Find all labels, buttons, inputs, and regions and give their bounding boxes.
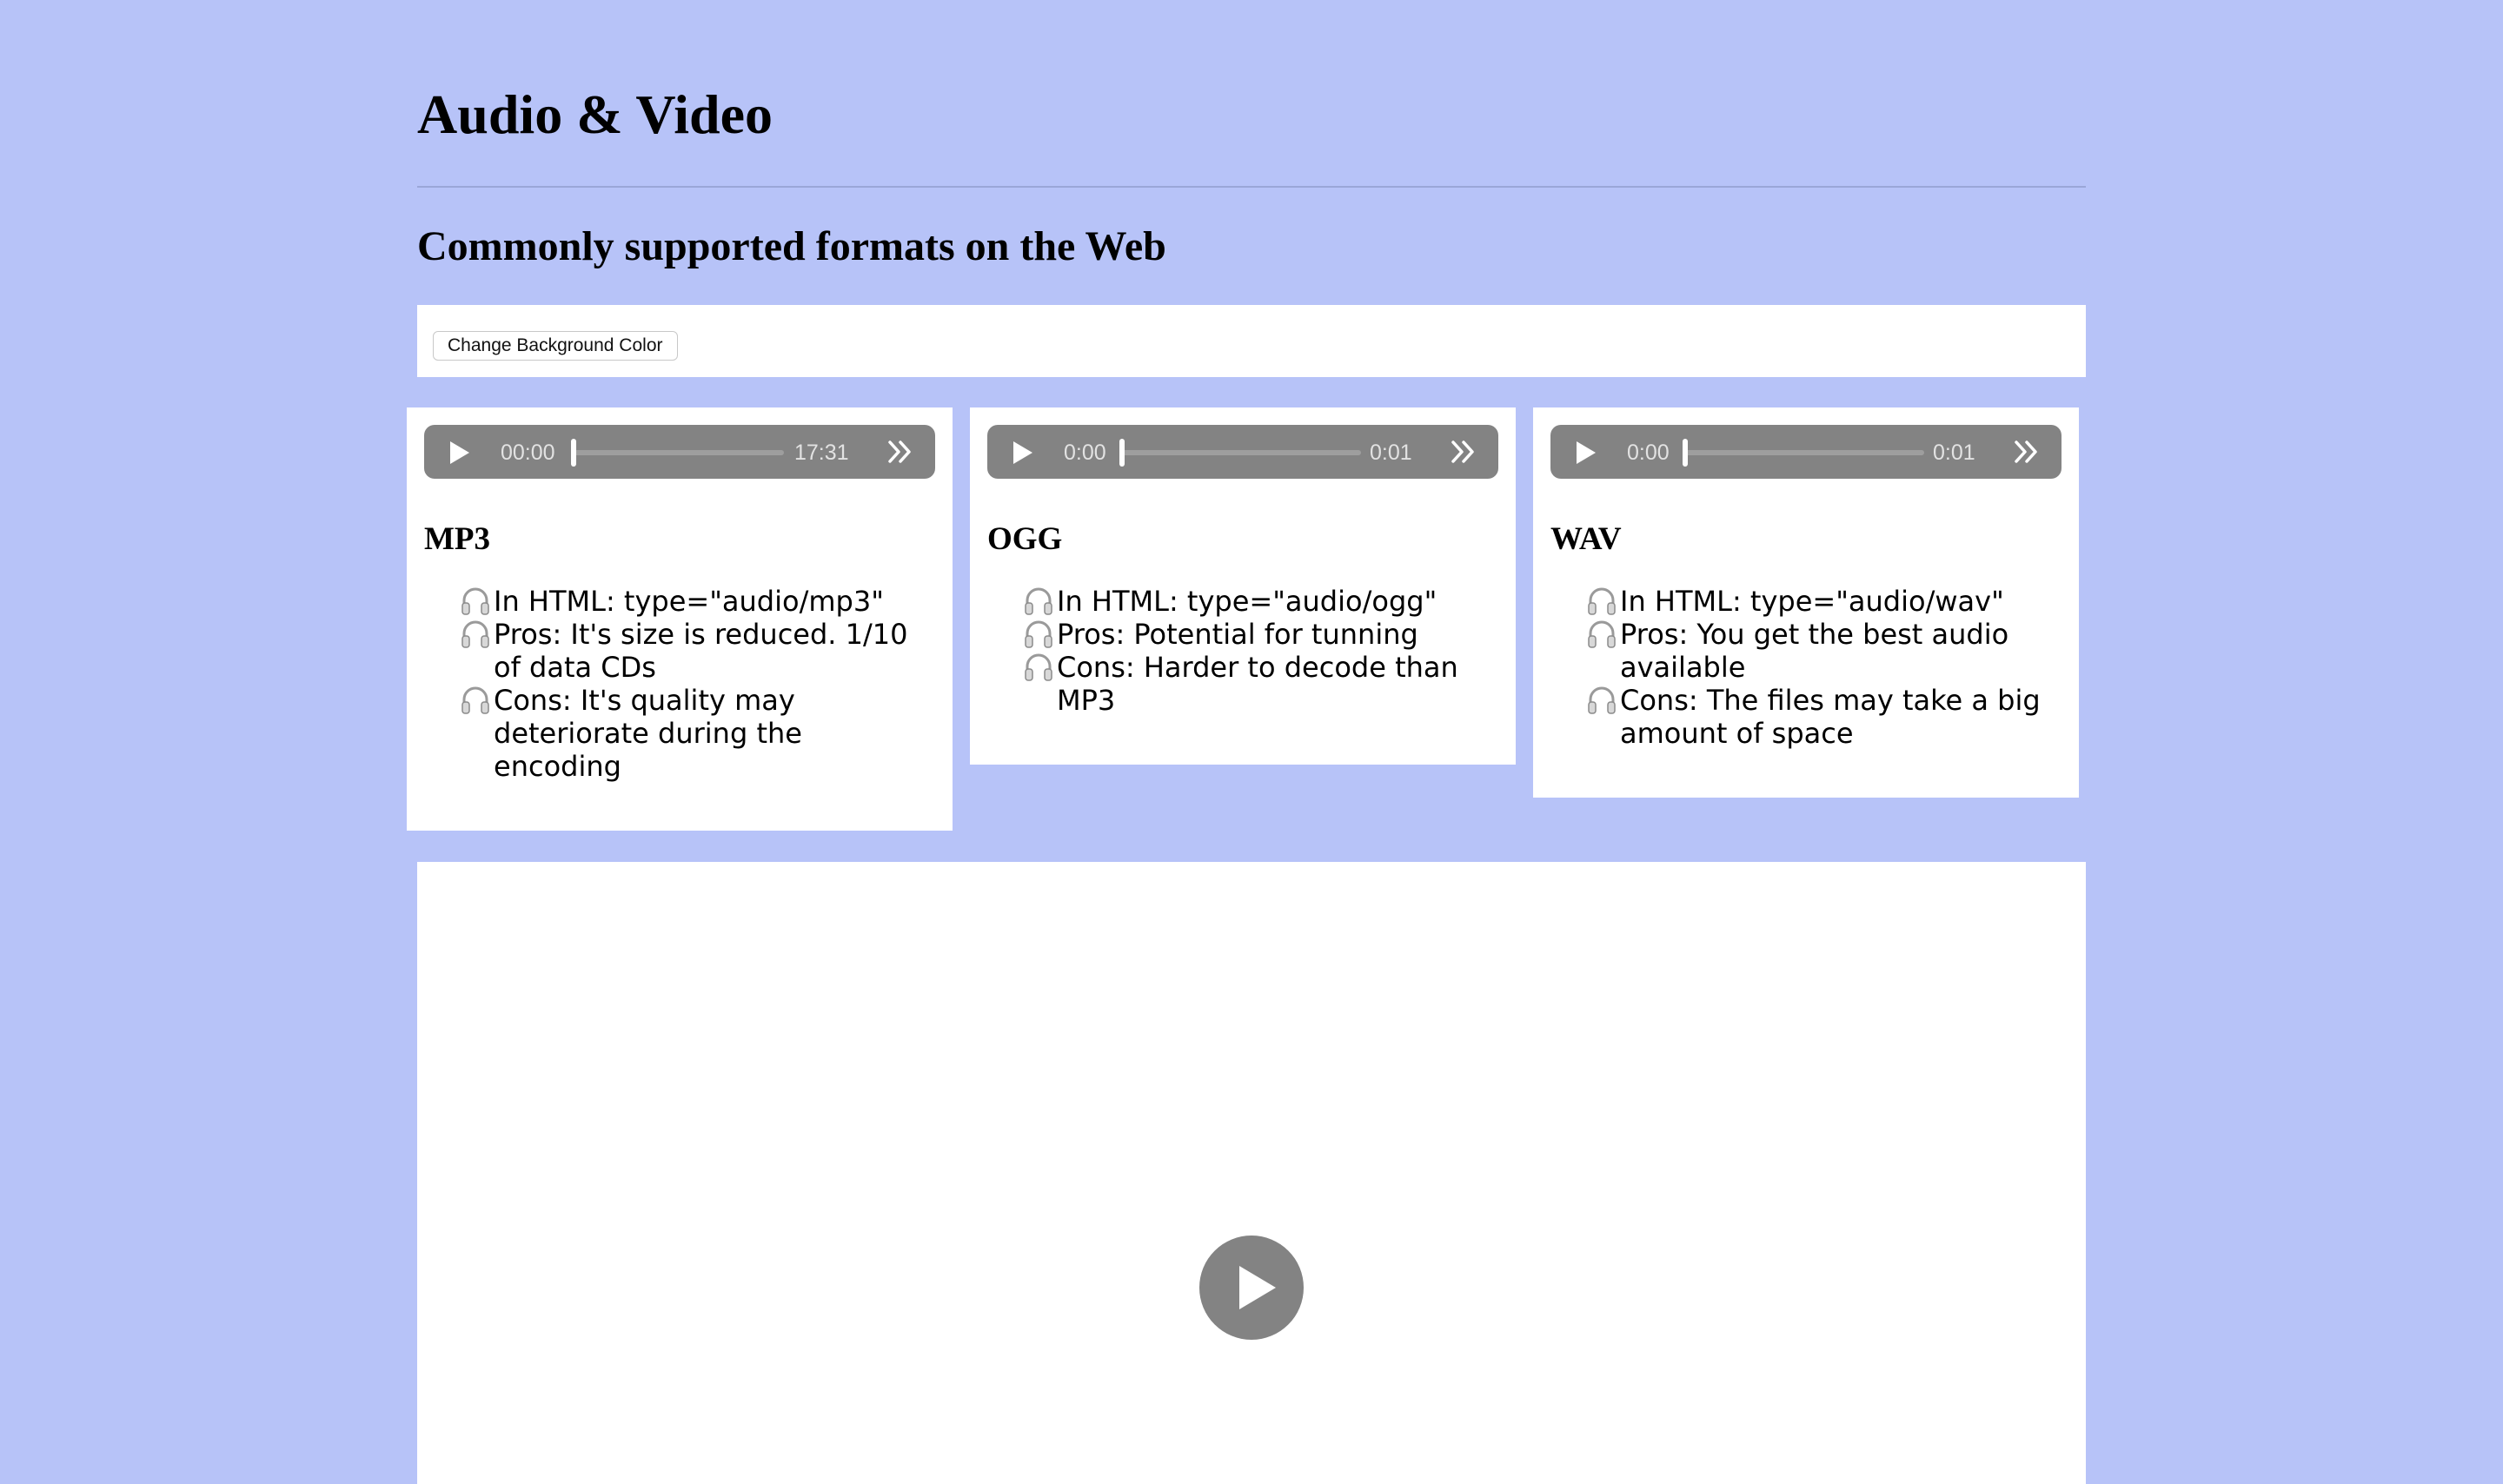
- headphones-icon: [1588, 587, 1616, 615]
- audio-player[interactable]: 0:00 0:01: [987, 425, 1498, 479]
- list-item-text: In HTML: type="audio/mp3": [494, 585, 884, 618]
- list-item-text: Pros: It's size is reduced. 1/10 of data…: [494, 618, 908, 684]
- list-item: Pros: Potential for tunning: [1022, 618, 1498, 651]
- headphones-icon: [461, 620, 489, 648]
- toolbar: Change Background Color: [417, 305, 2086, 377]
- page-subtitle: Commonly supported formats on the Web: [417, 223, 1166, 269]
- seek-bar[interactable]: [1122, 450, 1361, 455]
- list-item-text: Pros: Potential for tunning: [1057, 618, 1418, 651]
- list-item: Cons: Harder to decode than MP3: [1022, 651, 1498, 717]
- seek-thumb[interactable]: [571, 439, 576, 467]
- seek-bar[interactable]: [1685, 450, 1924, 455]
- play-icon[interactable]: [1577, 441, 1596, 464]
- headphones-icon: [1588, 620, 1616, 648]
- change-background-color-button[interactable]: Change Background Color: [433, 331, 678, 361]
- list-item-text: Pros: You get the best audio available: [1620, 618, 2009, 684]
- seek-thumb[interactable]: [1119, 439, 1125, 467]
- current-time: 0:00: [1064, 441, 1106, 465]
- play-icon: [1239, 1266, 1276, 1309]
- list-item: Pros: It's size is reduced. 1/10 of data…: [459, 618, 935, 684]
- list-item: Cons: The files may take a big amount of…: [1585, 684, 2061, 750]
- list-item-text: Cons: It's quality may deteriorate durin…: [494, 684, 802, 783]
- format-card-ogg: 0:00 0:01 OGG In HTML: type="audio/ogg": [970, 407, 1516, 765]
- list-item-text: Cons: Harder to decode than MP3: [1057, 651, 1458, 717]
- format-title: MP3: [424, 521, 491, 557]
- video-player[interactable]: [417, 862, 2086, 1484]
- headphones-icon: [1025, 620, 1052, 648]
- list-item: In HTML: type="audio/mp3": [459, 585, 935, 618]
- list-item-text: In HTML: type="audio/ogg": [1057, 585, 1437, 618]
- duration: 0:01: [1370, 441, 1412, 465]
- list-item-text: In HTML: type="audio/wav": [1620, 585, 2004, 618]
- format-card-mp3: 00:00 17:31 MP3 In HTML: type="audio/mp3…: [407, 407, 953, 831]
- divider: [417, 186, 2086, 188]
- video-play-button[interactable]: [1199, 1236, 1304, 1340]
- chevron-double-right-icon[interactable]: [885, 437, 914, 467]
- list-item: In HTML: type="audio/wav": [1585, 585, 2061, 618]
- page-title: Audio & Video: [417, 83, 773, 145]
- chevron-double-right-icon[interactable]: [2011, 437, 2041, 467]
- seek-thumb[interactable]: [1683, 439, 1688, 467]
- duration: 17:31: [794, 441, 849, 465]
- format-title: WAV: [1550, 521, 1622, 557]
- format-details-list: In HTML: type="audio/ogg" Pros: Potentia…: [987, 585, 1498, 717]
- headphones-icon: [1588, 686, 1616, 714]
- current-time: 0:00: [1627, 441, 1670, 465]
- format-title: OGG: [987, 521, 1063, 557]
- headphones-icon: [1025, 587, 1052, 615]
- headphones-icon: [1025, 653, 1052, 681]
- audio-player[interactable]: 00:00 17:31: [424, 425, 935, 479]
- format-details-list: In HTML: type="audio/mp3" Pros: It's siz…: [424, 585, 935, 783]
- list-item: Cons: It's quality may deteriorate durin…: [459, 684, 935, 783]
- play-icon[interactable]: [450, 441, 469, 464]
- list-item-text: Cons: The files may take a big amount of…: [1620, 684, 2041, 750]
- headphones-icon: [461, 686, 489, 714]
- duration: 0:01: [1933, 441, 1975, 465]
- format-details-list: In HTML: type="audio/wav" Pros: You get …: [1550, 585, 2061, 750]
- list-item: Pros: You get the best audio available: [1585, 618, 2061, 684]
- play-icon[interactable]: [1013, 441, 1032, 464]
- headphones-icon: [461, 587, 489, 615]
- chevron-double-right-icon[interactable]: [1448, 437, 1477, 467]
- list-item: In HTML: type="audio/ogg": [1022, 585, 1498, 618]
- audio-player[interactable]: 0:00 0:01: [1550, 425, 2061, 479]
- seek-bar[interactable]: [574, 450, 784, 455]
- format-card-wav: 0:00 0:01 WAV In HTML: type="audio/wav": [1533, 407, 2079, 798]
- current-time: 00:00: [501, 441, 555, 465]
